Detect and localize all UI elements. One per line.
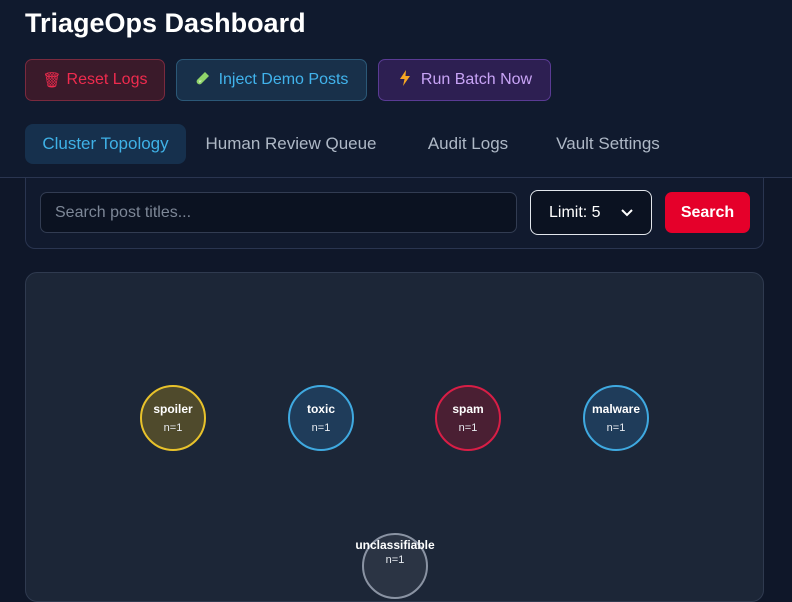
tab-cluster-topology[interactable]: Cluster Topology — [25, 124, 186, 164]
inject-demo-posts-label: Inject Demo Posts — [218, 71, 349, 88]
search-input[interactable] — [40, 192, 517, 233]
run-batch-button[interactable]: Run Batch Now — [378, 59, 551, 101]
tab-vault-settings[interactable]: Vault Settings — [543, 124, 673, 164]
trash-icon: 🗑 — [42, 72, 62, 89]
cluster-node-unclassifiable[interactable]: unclassifiable n=1 — [355, 533, 435, 599]
cluster-topology-canvas: spoiler n=1 toxic n=1 spam n=1 malware n… — [25, 272, 764, 602]
cluster-node-toxic[interactable]: toxic n=1 — [288, 385, 354, 451]
test-tube-icon — [195, 71, 211, 89]
tab-audit-logs[interactable]: Audit Logs — [413, 124, 523, 164]
cluster-node-count: n=1 — [458, 422, 478, 434]
search-button[interactable]: Search — [665, 192, 750, 233]
reset-logs-label: Reset Logs — [66, 71, 148, 88]
cluster-node-label: spam — [452, 402, 484, 416]
inject-demo-posts-button[interactable]: Inject Demo Posts — [176, 59, 367, 101]
tab-human-review-queue[interactable]: Human Review Queue — [201, 124, 381, 164]
limit-select-value: Limit: 5 — [549, 203, 601, 221]
run-batch-label: Run Batch Now — [420, 71, 533, 88]
cluster-node-label: spoiler — [153, 402, 193, 416]
cluster-node-count: n=1 — [311, 422, 331, 434]
app-header: TriageOps Dashboard 🗑 Reset Logs Inject … — [0, 0, 792, 178]
reset-logs-button[interactable]: 🗑 Reset Logs — [25, 59, 165, 101]
cluster-node-malware[interactable]: malware n=1 — [583, 385, 649, 451]
cluster-node-count: n=1 — [606, 422, 626, 434]
page-title: TriageOps Dashboard — [25, 8, 306, 38]
lightning-icon — [397, 70, 413, 90]
cluster-node-label: toxic — [306, 402, 335, 416]
cluster-node-label: malware — [591, 402, 641, 416]
cluster-node-spoiler[interactable]: spoiler n=1 — [140, 385, 206, 451]
cluster-node-spam[interactable]: spam n=1 — [435, 385, 501, 451]
cluster-node-count: n=1 — [163, 422, 183, 434]
cluster-node-count: n=1 — [385, 554, 405, 566]
chevron-down-icon — [621, 205, 633, 220]
search-panel: Limit: 5 Search — [25, 178, 764, 249]
cluster-node-label: unclassifiable — [355, 538, 435, 552]
limit-select[interactable]: Limit: 5 — [530, 190, 652, 235]
